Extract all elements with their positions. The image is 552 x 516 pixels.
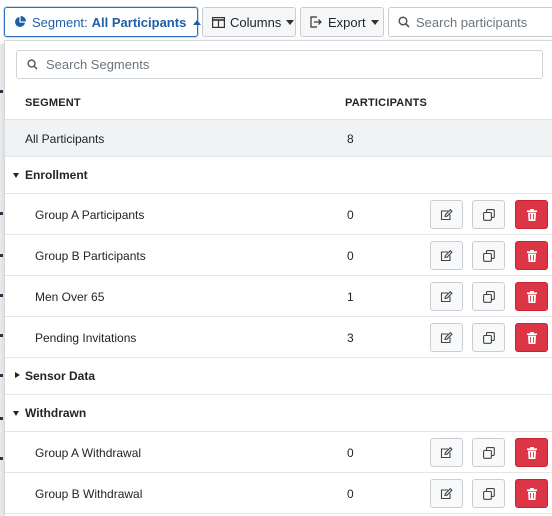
segment-name: Group A Participants [35, 208, 145, 222]
delete-segment-button[interactable] [515, 323, 548, 352]
participant-count: 0 [347, 487, 354, 501]
edit-icon [440, 446, 453, 458]
trash-icon [526, 290, 537, 303]
delete-segment-button[interactable] [515, 438, 548, 467]
edit-segment-button[interactable] [430, 200, 463, 229]
copy-icon [482, 487, 495, 500]
group-title: Sensor Data [25, 369, 96, 383]
edit-icon [440, 331, 453, 343]
copy-segment-button[interactable] [472, 282, 505, 311]
group-title: Withdrawn [25, 406, 87, 420]
columns-button[interactable]: Columns [202, 7, 296, 37]
edit-segment-button[interactable] [430, 282, 463, 311]
group-enrollment[interactable]: Enrollment [5, 157, 552, 194]
caret-up-icon [193, 19, 202, 25]
caret-down-icon [13, 411, 19, 416]
caret-down-icon [13, 173, 19, 178]
segment-name: Men Over 65 [35, 290, 105, 304]
export-label: Export [328, 14, 366, 30]
copy-segment-button[interactable] [472, 438, 505, 467]
edit-icon [440, 249, 453, 261]
participant-search-input[interactable] [416, 14, 552, 30]
group-title: Enrollment [25, 168, 88, 182]
pie-chart-icon [14, 16, 26, 28]
caret-right-icon [15, 372, 20, 378]
segment-row[interactable]: Group B Participants 0 [5, 235, 552, 276]
participant-count: 8 [347, 132, 354, 146]
search-icon [27, 59, 38, 70]
trash-icon [526, 249, 537, 262]
participant-count: 1 [347, 290, 354, 304]
copy-segment-button[interactable] [472, 479, 505, 508]
segment-name: All Participants [25, 132, 105, 146]
segment-name: Pending Invitations [35, 331, 137, 345]
participant-count: 0 [347, 208, 354, 222]
trash-icon [526, 487, 537, 500]
copy-segment-button[interactable] [472, 241, 505, 270]
edit-segment-button[interactable] [430, 479, 463, 508]
columns-label: Columns [230, 14, 282, 30]
edit-icon [440, 487, 453, 499]
segment-button[interactable]: Segment: All Participants [4, 7, 202, 37]
copy-icon [482, 249, 495, 262]
toolbar: Segment: All Participants Columns Export [0, 0, 552, 44]
segment-label: Segment: [32, 14, 88, 30]
group-sensor-data[interactable]: Sensor Data [5, 358, 552, 395]
segment-row[interactable]: Group A Withdrawal 0 [5, 432, 552, 473]
export-icon [310, 16, 323, 28]
edit-icon [440, 290, 453, 302]
segment-row[interactable]: Pending Invitations 3 [5, 317, 552, 358]
column-header-segment: SEGMENT [25, 97, 81, 109]
edit-icon [440, 208, 453, 220]
segment-search-input[interactable] [46, 57, 526, 72]
copy-icon [482, 290, 495, 303]
edit-segment-button[interactable] [430, 323, 463, 352]
edit-segment-button[interactable] [430, 241, 463, 270]
copy-segment-button[interactable] [472, 323, 505, 352]
delete-segment-button[interactable] [515, 479, 548, 508]
caret-down-icon [286, 19, 295, 25]
segment-value: All Participants [91, 14, 187, 30]
copy-icon [482, 446, 495, 459]
edit-segment-button[interactable] [430, 438, 463, 467]
segment-row[interactable]: Group B Withdrawal 0 [5, 473, 552, 514]
copy-icon [482, 331, 495, 344]
copy-icon [482, 208, 495, 221]
copy-segment-button[interactable] [472, 200, 505, 229]
segment-search-field [16, 50, 543, 79]
participant-count: 0 [347, 446, 354, 460]
participant-count: 3 [347, 331, 354, 345]
export-button[interactable]: Export [300, 7, 384, 37]
columns-icon [212, 16, 225, 28]
segment-name: Group A Withdrawal [35, 446, 142, 460]
search-icon [398, 16, 410, 28]
segment-dropdown: SEGMENT PARTICIPANTS All Participants 8 … [4, 40, 552, 516]
trash-icon [526, 208, 537, 221]
segment-name: Group B Withdrawal [35, 487, 143, 501]
trash-icon [526, 446, 537, 459]
segment-row[interactable]: Men Over 65 1 [5, 276, 552, 317]
participant-count: 0 [347, 249, 354, 263]
segment-row-all-participants[interactable]: All Participants 8 [5, 120, 552, 157]
delete-segment-button[interactable] [515, 241, 548, 270]
segment-table-header: SEGMENT PARTICIPANTS [5, 88, 552, 120]
participant-search-field [388, 7, 552, 37]
column-header-participants: PARTICIPANTS [345, 97, 428, 109]
trash-icon [526, 331, 537, 344]
group-withdrawn[interactable]: Withdrawn [5, 395, 552, 432]
segment-name: Group B Participants [35, 249, 146, 263]
segment-row[interactable]: Group A Participants 0 [5, 194, 552, 235]
caret-down-icon [370, 19, 379, 25]
delete-segment-button[interactable] [515, 282, 548, 311]
delete-segment-button[interactable] [515, 200, 548, 229]
